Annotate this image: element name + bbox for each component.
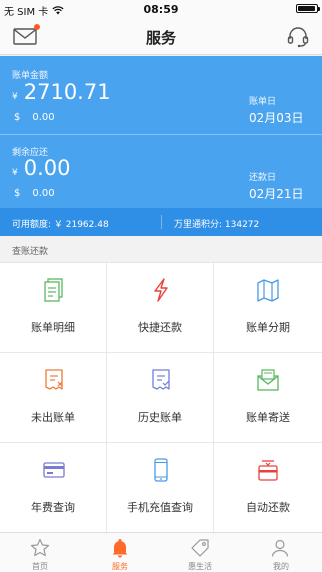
- tab-label: 首页: [32, 562, 48, 571]
- tab-mine[interactable]: 我的: [240, 533, 322, 572]
- receipt-history-icon: [152, 369, 170, 390]
- battery-icon: [296, 4, 320, 13]
- bill-amount-value: 2710.71: [23, 80, 111, 104]
- service-bill-detail[interactable]: 账单明细: [0, 263, 107, 353]
- service-label: 年费查询: [31, 501, 75, 514]
- tab-label: 我的: [273, 562, 289, 571]
- section-title: 查账还款: [12, 247, 49, 257]
- remaining-currency: ¥: [12, 168, 18, 178]
- tag-icon: [191, 539, 209, 557]
- bill-date: 02月03日: [249, 111, 304, 125]
- service-label: 历史账单: [138, 411, 182, 424]
- due-date-label: 还款日: [249, 173, 277, 183]
- service-label: 账单寄送: [246, 411, 290, 424]
- bill-detail-icon: [44, 278, 63, 302]
- service-label: 手机充值查询: [127, 501, 193, 514]
- remaining-usd-symbol: $: [14, 188, 21, 199]
- bill-usd-amount: 0.00: [32, 112, 55, 123]
- tab-label: 服务: [112, 562, 128, 571]
- footer-divider: [161, 215, 162, 229]
- service-label: 账单明细: [31, 321, 75, 334]
- receipt-unbilled-icon: [45, 369, 63, 390]
- headset-icon: [287, 27, 309, 48]
- available-credit: 可用额度: ￥ 21962.48: [12, 220, 109, 230]
- remaining-amount: ¥ 0.00: [12, 156, 71, 180]
- remaining-block: 剩余应还 ¥ 0.00 $ 0.00 还款日 02月21日: [0, 134, 322, 208]
- remaining-usd-amount: 0.00: [32, 188, 55, 199]
- service-history[interactable]: 历史账单: [107, 353, 214, 443]
- service-auto-repay[interactable]: 自动还款: [214, 443, 322, 533]
- service-bill-mail[interactable]: 账单寄送: [214, 353, 322, 443]
- nav-bar: 服务: [0, 18, 322, 55]
- service-label: 未出账单: [31, 411, 75, 424]
- service-label: 快捷还款: [138, 321, 182, 334]
- bill-date-label: 账单日: [249, 97, 277, 107]
- tab-bar: 首页 服务 惠生活 我的: [0, 532, 322, 572]
- star-icon: [30, 538, 50, 557]
- remaining-amount-value: 0.00: [23, 156, 71, 180]
- phone-icon: [154, 458, 168, 482]
- account-footer: 可用额度: ￥ 21962.48 万里通积分: 134272: [0, 208, 322, 236]
- points-balance: 万里通积分: 134272: [174, 220, 260, 230]
- card-icon: [43, 462, 65, 478]
- tab-life[interactable]: 惠生活: [160, 533, 240, 572]
- service-quick-repay[interactable]: 快捷还款: [107, 263, 214, 353]
- tab-label: 惠生活: [188, 562, 212, 571]
- map-icon: [257, 279, 279, 302]
- bell-icon: [112, 539, 128, 558]
- bill-usd-symbol: $: [14, 112, 21, 123]
- customer-service-button[interactable]: [286, 25, 310, 49]
- service-grid: 账单明细 快捷还款 账单分期 未出账单 历史账单 账单寄送 年费查询 手机充值查…: [0, 262, 322, 533]
- status-time: 08:59: [143, 3, 179, 16]
- bill-amount: ¥ 2710.71: [12, 80, 111, 104]
- status-right: [296, 4, 320, 13]
- bill-usd: $ 0.00: [14, 112, 55, 123]
- service-phone-topup[interactable]: 手机充值查询: [107, 443, 214, 533]
- status-bar: 无 SIM 卡 08:59: [0, 0, 322, 18]
- service-label: 自动还款: [246, 501, 290, 514]
- mail-send-icon: [257, 369, 279, 391]
- service-annual-fee[interactable]: 年费查询: [0, 443, 107, 533]
- auto-pay-icon: [258, 460, 278, 481]
- account-summary[interactable]: 账单金额 ¥ 2710.71 $ 0.00 账单日 02月03日 剩余应还 ¥ …: [0, 56, 322, 208]
- page-title: 服务: [145, 29, 176, 47]
- bill-block: 账单金额 ¥ 2710.71 $ 0.00 账单日 02月03日: [0, 56, 322, 134]
- tab-service[interactable]: 服务: [80, 533, 160, 572]
- service-unbilled[interactable]: 未出账单: [0, 353, 107, 443]
- remaining-usd: $ 0.00: [14, 188, 55, 199]
- service-installment[interactable]: 账单分期: [214, 263, 322, 353]
- bill-currency: ¥: [12, 92, 18, 102]
- tab-home[interactable]: 首页: [0, 533, 80, 572]
- lightning-icon: [154, 278, 168, 302]
- user-icon: [271, 539, 289, 557]
- service-label: 账单分期: [246, 321, 290, 334]
- due-date: 02月21日: [249, 187, 304, 201]
